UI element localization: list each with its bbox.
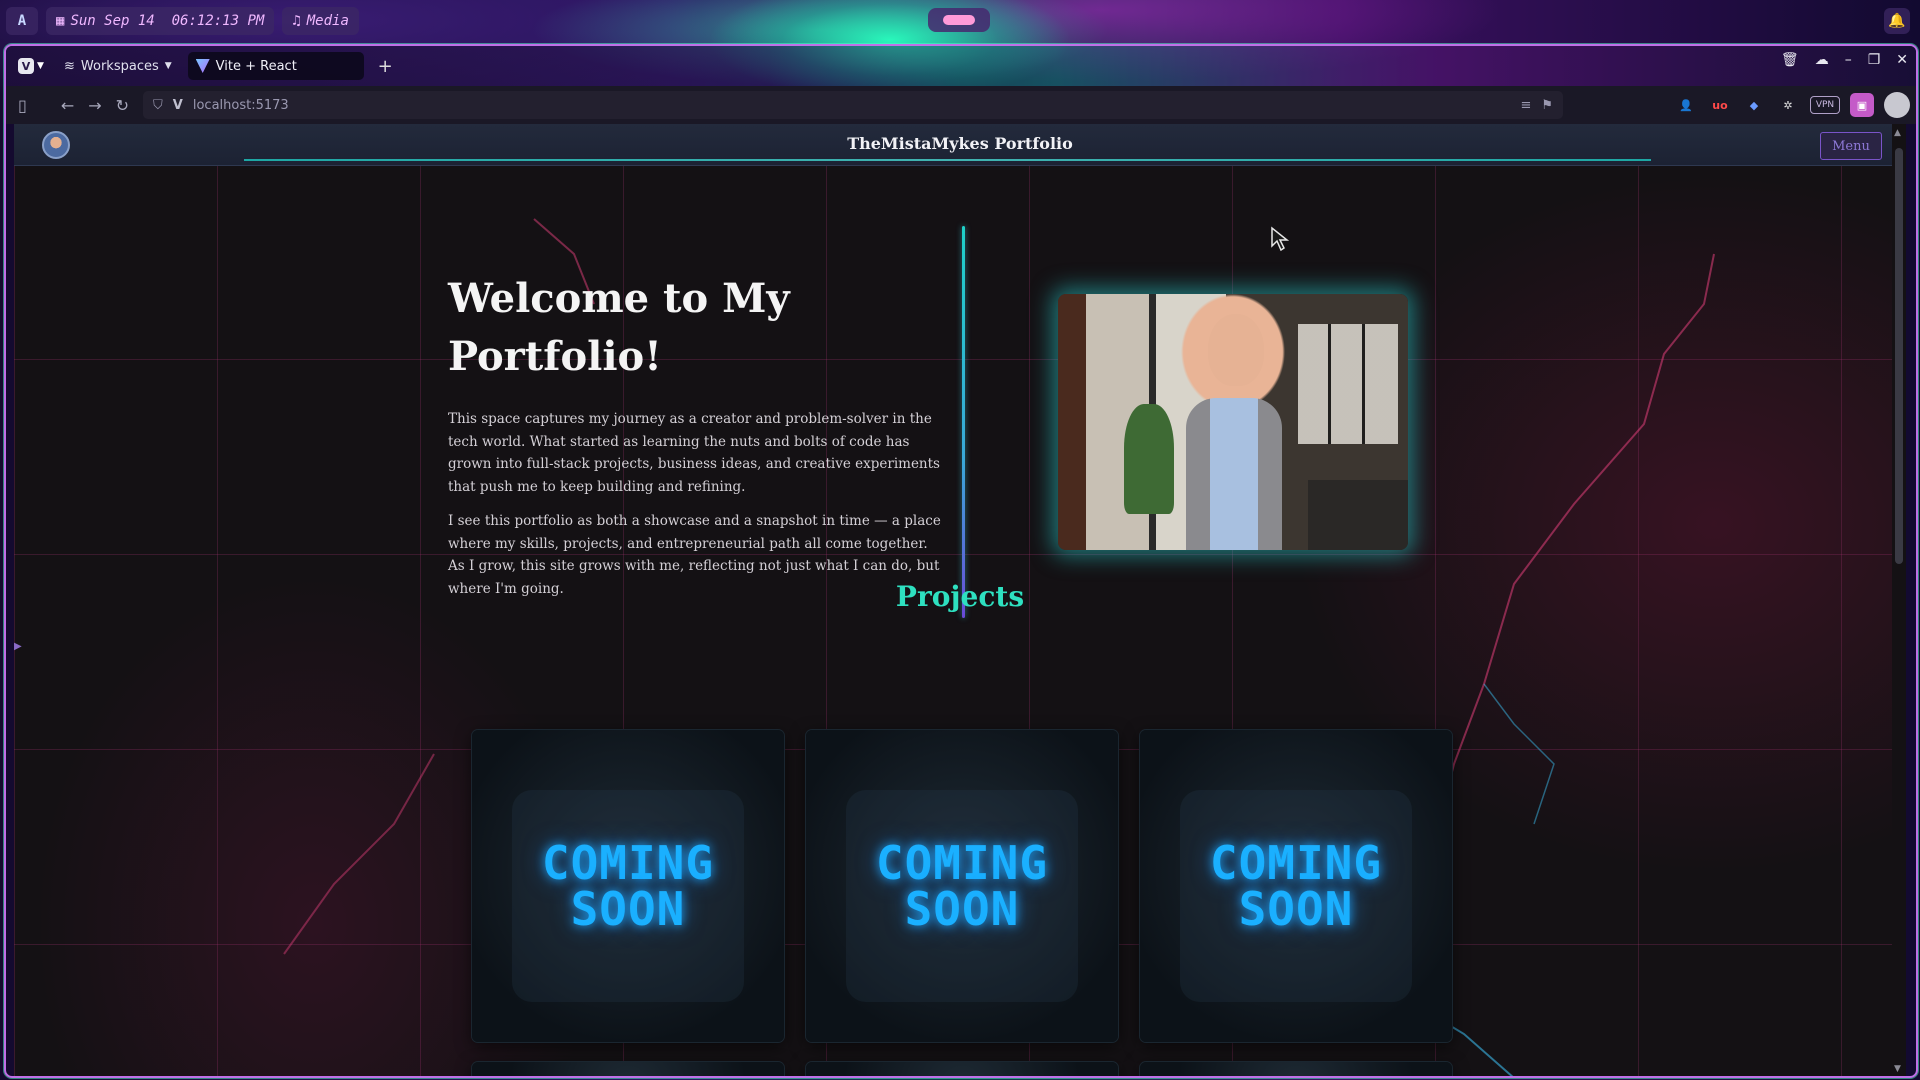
menu-button[interactable]: Menu <box>1820 132 1882 160</box>
scroll-down-icon[interactable]: ▼ <box>1894 1064 1901 1074</box>
trash-icon[interactable]: 🗑 <box>1781 52 1799 68</box>
person-body <box>1186 398 1282 550</box>
workspaces-label: Workspaces <box>80 58 159 74</box>
person-head <box>1208 314 1264 386</box>
scroll-up-icon[interactable]: ▲ <box>1894 128 1901 138</box>
office-plant <box>1124 404 1174 514</box>
project-card-partial[interactable] <box>472 1062 784 1076</box>
intro-paragraph-1: This space captures my journey as a crea… <box>448 411 940 495</box>
workspace-indicator[interactable] <box>928 8 990 32</box>
url-text: localhost:5173 <box>192 97 289 113</box>
vivaldi-logo-icon: V <box>18 58 35 74</box>
welcome-heading: Welcome to My Portfolio! <box>448 275 790 380</box>
site-title: TheMistaMykes Portfolio <box>847 134 1073 153</box>
vertical-divider <box>962 226 965 618</box>
office-desk <box>1308 480 1408 550</box>
cloud-sync-icon[interactable]: ☁ <box>1815 52 1829 68</box>
restore-icon[interactable]: ❐ <box>1868 52 1881 68</box>
media-label: Media <box>306 13 349 29</box>
datetime-text: Sun Sep 14 06:12:13 PM <box>70 13 265 29</box>
browser-menu-button[interactable]: V ▼ <box>14 53 48 79</box>
ublock-icon[interactable]: uo <box>1708 93 1732 117</box>
media-widget[interactable]: ♫ Media <box>282 7 359 35</box>
profile-photo-image <box>1058 294 1408 550</box>
project-card-partial[interactable] <box>806 1062 1118 1076</box>
extension-shield-icon[interactable]: ◆ <box>1742 93 1766 117</box>
page-viewport: TheMistaMykes Portfolio Menu Welcome to … <box>14 124 1906 1076</box>
datetime-widget[interactable]: ▦ Sun Sep 14 06:12:13 PM <box>46 7 275 35</box>
shield-icon[interactable]: ⛉ <box>153 98 163 113</box>
page-scrollbar[interactable]: ▲ ▼ <box>1892 124 1906 1076</box>
new-tab-plus-icon[interactable]: + <box>372 56 399 77</box>
close-icon[interactable]: ✕ <box>1896 52 1908 68</box>
bookmark-icon[interactable]: ⚑ <box>1541 98 1553 113</box>
gift-icon[interactable]: ▣ <box>1850 93 1874 117</box>
project-card[interactable]: COMING SOON <box>806 730 1118 1042</box>
reload-icon[interactable]: ↻ <box>116 96 129 115</box>
tab-bar: V ▼ ≋ Workspaces ▼ Vite + React + 🗑 ☁ – … <box>6 46 1916 86</box>
calendar-icon: ▦ <box>56 13 65 29</box>
office-window <box>1298 324 1398 444</box>
project-card-partial[interactable] <box>1140 1062 1452 1076</box>
forward-arrow-icon[interactable]: → <box>88 96 101 115</box>
url-field[interactable]: ⛉ V localhost:5173 ≡ ⚑ <box>143 91 1564 119</box>
workspaces-button[interactable]: ≋ Workspaces ▼ <box>56 52 180 80</box>
header-underline <box>244 159 1651 161</box>
address-bar-row: ▯ ← → ↻ ⛉ V localhost:5173 ≡ ⚑ 👤 uo ◆ ✲ … <box>6 86 1916 124</box>
back-arrow-icon[interactable]: ← <box>61 96 74 115</box>
browser-window: V ▼ ≋ Workspaces ▼ Vite + React + 🗑 ☁ – … <box>4 44 1918 1078</box>
extension-person-icon[interactable]: 👤 <box>1674 93 1698 117</box>
project-card[interactable]: COMING SOON <box>472 730 784 1042</box>
notification-bell-icon[interactable]: 🔔 <box>1884 8 1910 34</box>
puzzle-extensions-icon[interactable]: ✲ <box>1776 93 1800 117</box>
music-note-icon: ♫ <box>292 13 301 29</box>
chevron-down-icon: ▼ <box>37 61 44 71</box>
profile-avatar-icon[interactable] <box>1884 92 1910 118</box>
coming-soon-text: COMING SOON <box>541 836 715 936</box>
extensions-toolbar: 👤 uo ◆ ✲ VPN ▣ <box>1674 92 1910 118</box>
site-v-icon: V <box>172 97 183 113</box>
workspace-dot-icon <box>943 15 975 25</box>
layers-icon: ≋ <box>64 58 75 74</box>
tab-title: Vite + React <box>215 58 297 74</box>
coming-soon-text: COMING SOON <box>875 836 1049 936</box>
project-card[interactable]: COMING SOON <box>1140 730 1452 1042</box>
side-panel-arrow-icon[interactable]: ▶ <box>14 641 22 652</box>
reader-view-icon[interactable]: ≡ <box>1520 98 1531 113</box>
vite-favicon-icon <box>195 59 210 73</box>
tab-active[interactable]: Vite + React <box>187 52 364 80</box>
minimize-icon[interactable]: – <box>1845 52 1852 68</box>
chevron-down-icon: ▼ <box>164 61 172 71</box>
window-controls: 🗑 ☁ – ❐ ✕ <box>1781 52 1908 68</box>
vpn-icon[interactable]: VPN <box>1810 96 1840 114</box>
launcher-button[interactable]: A <box>6 7 38 35</box>
coming-soon-text: COMING SOON <box>1209 836 1383 936</box>
scrollbar-thumb[interactable] <box>1895 148 1903 564</box>
launcher-logo-icon: A <box>17 13 27 29</box>
mouse-cursor-icon <box>1271 226 1290 252</box>
intro-section: Welcome to My Portfolio! This space capt… <box>448 270 948 600</box>
sidebar-toggle-icon[interactable]: ▯ <box>18 96 27 115</box>
profile-photo <box>1058 294 1408 550</box>
site-header: TheMistaMykes Portfolio Menu <box>14 124 1906 166</box>
projects-heading: Projects <box>895 580 1025 613</box>
